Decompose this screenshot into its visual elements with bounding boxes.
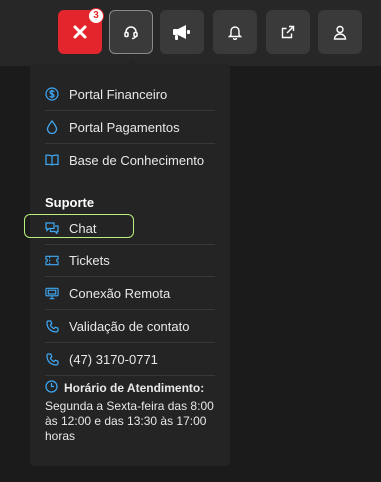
support-dropdown-menu: Portal Financeiro Portal Pagamentos Base…	[24, 64, 230, 466]
bell-icon	[228, 24, 242, 40]
menu-item-portal-financeiro[interactable]: Portal Financeiro	[45, 78, 212, 110]
user-icon	[333, 25, 347, 40]
menu-item-chat[interactable]: Chat	[45, 212, 212, 244]
menu-item-label: Validação de contato	[69, 318, 190, 334]
phone-icon	[45, 319, 59, 333]
ticket-icon	[45, 253, 59, 267]
menu-item-label: Chat	[69, 220, 97, 236]
dollar-circle-icon	[45, 87, 59, 101]
alerts-button[interactable]: 3	[58, 8, 104, 54]
external-link-icon	[281, 25, 295, 39]
support-button[interactable]	[109, 10, 153, 54]
notification-badge: 3	[88, 8, 104, 24]
phone-icon	[45, 352, 59, 366]
menu-item-validacao-de-contato[interactable]: Validação de contato	[45, 310, 212, 342]
menu-item-label: (47) 3170-0771	[69, 351, 158, 367]
book-icon	[45, 153, 59, 167]
announcements-button[interactable]	[160, 10, 204, 54]
menu-item-phone-number[interactable]: (47) 3170-0771	[45, 343, 212, 375]
menu-item-label: Base de Conhecimento	[69, 152, 205, 168]
menu-item-label: Conexão Remota	[69, 285, 171, 301]
menu-item-tickets[interactable]: Tickets	[45, 244, 212, 276]
megaphone-icon	[172, 23, 192, 41]
menu-item-label: Tickets	[69, 252, 110, 268]
drop-icon	[45, 120, 59, 134]
menu-item-label: Portal Pagamentos	[69, 119, 180, 135]
business-hours: Horário de Atendimento: Segunda a Sexta-…	[45, 380, 220, 444]
menu-item-conexao-remota[interactable]: Conexão Remota	[45, 277, 212, 309]
business-hours-title: Horário de Atendimento:	[64, 381, 205, 395]
clock-icon	[45, 380, 58, 397]
menu-item-portal-pagamentos[interactable]: Portal Pagamentos	[45, 111, 212, 143]
menu-item-label: Portal Financeiro	[69, 86, 168, 102]
top-bar: 3	[0, 0, 381, 66]
notifications-button[interactable]	[213, 10, 257, 54]
user-button[interactable]	[318, 10, 362, 54]
section-title-support: Suporte	[45, 195, 95, 210]
menu-item-base-de-conhecimento[interactable]: Base de Conhecimento	[45, 144, 212, 176]
remote-icon	[45, 286, 59, 300]
divider	[45, 375, 215, 376]
open-external-button[interactable]	[266, 10, 310, 54]
headset-icon	[123, 24, 139, 40]
chat-icon	[45, 221, 59, 235]
business-hours-text: Segunda a Sexta-feira das 8:00 às 12:00 …	[45, 399, 214, 443]
close-icon	[73, 25, 87, 39]
